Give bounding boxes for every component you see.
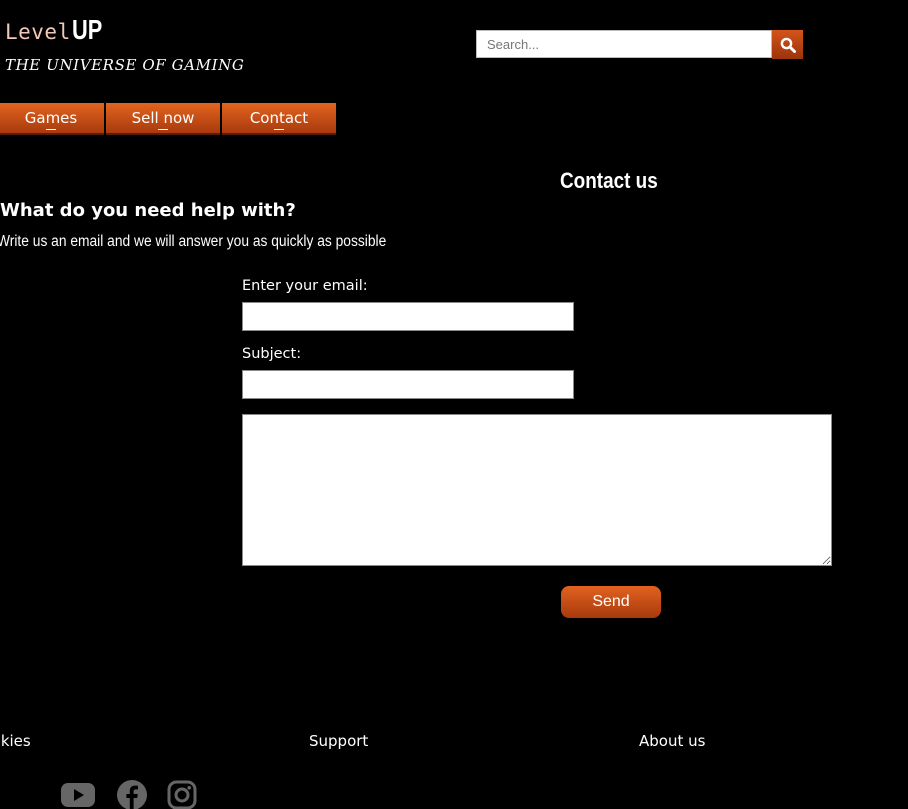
nav-contact-label: Contact xyxy=(249,109,309,127)
nav-contact[interactable]: Contact xyxy=(222,103,336,135)
nav-games[interactable]: Games xyxy=(0,103,104,135)
nav-games-underline xyxy=(46,129,56,130)
search-button[interactable] xyxy=(772,30,803,59)
instagram-icon[interactable] xyxy=(166,779,198,809)
logo-level-text: Level xyxy=(5,20,71,44)
footer-link-about-us[interactable]: About us xyxy=(639,732,705,750)
help-heading: What do you need help with? xyxy=(0,200,296,221)
email-field[interactable] xyxy=(242,302,574,331)
nav-sell-now-label: Sell now xyxy=(131,109,195,127)
nav-contact-underline xyxy=(274,129,284,130)
search-icon xyxy=(780,37,796,53)
youtube-icon[interactable] xyxy=(60,779,96,809)
facebook-icon[interactable] xyxy=(116,779,148,809)
search-input[interactable] xyxy=(476,30,772,58)
nav-games-label: Games xyxy=(24,109,78,127)
nav-sell-now[interactable]: Sell now xyxy=(106,103,220,135)
nav-sell-now-underline xyxy=(158,129,168,130)
message-textarea[interactable] xyxy=(242,414,832,566)
logo-up-text: UP xyxy=(71,14,103,45)
footer-link-cookies[interactable]: Cookies xyxy=(0,732,31,750)
help-subtitle: Write us an email and we will answer you… xyxy=(0,233,387,250)
email-label: Enter your email: xyxy=(242,278,368,294)
subject-field[interactable] xyxy=(242,370,574,399)
footer-link-support[interactable]: Support xyxy=(309,732,368,750)
page-title: Contact us xyxy=(560,168,658,193)
tagline: THE UNIVERSE OF GAMING xyxy=(5,56,245,74)
logo[interactable]: Level UP xyxy=(5,14,111,46)
send-button[interactable]: Send xyxy=(561,586,661,618)
page: Level UP THE UNIVERSE OF GAMING Games Se… xyxy=(0,0,908,809)
subject-label: Subject: xyxy=(242,346,302,362)
